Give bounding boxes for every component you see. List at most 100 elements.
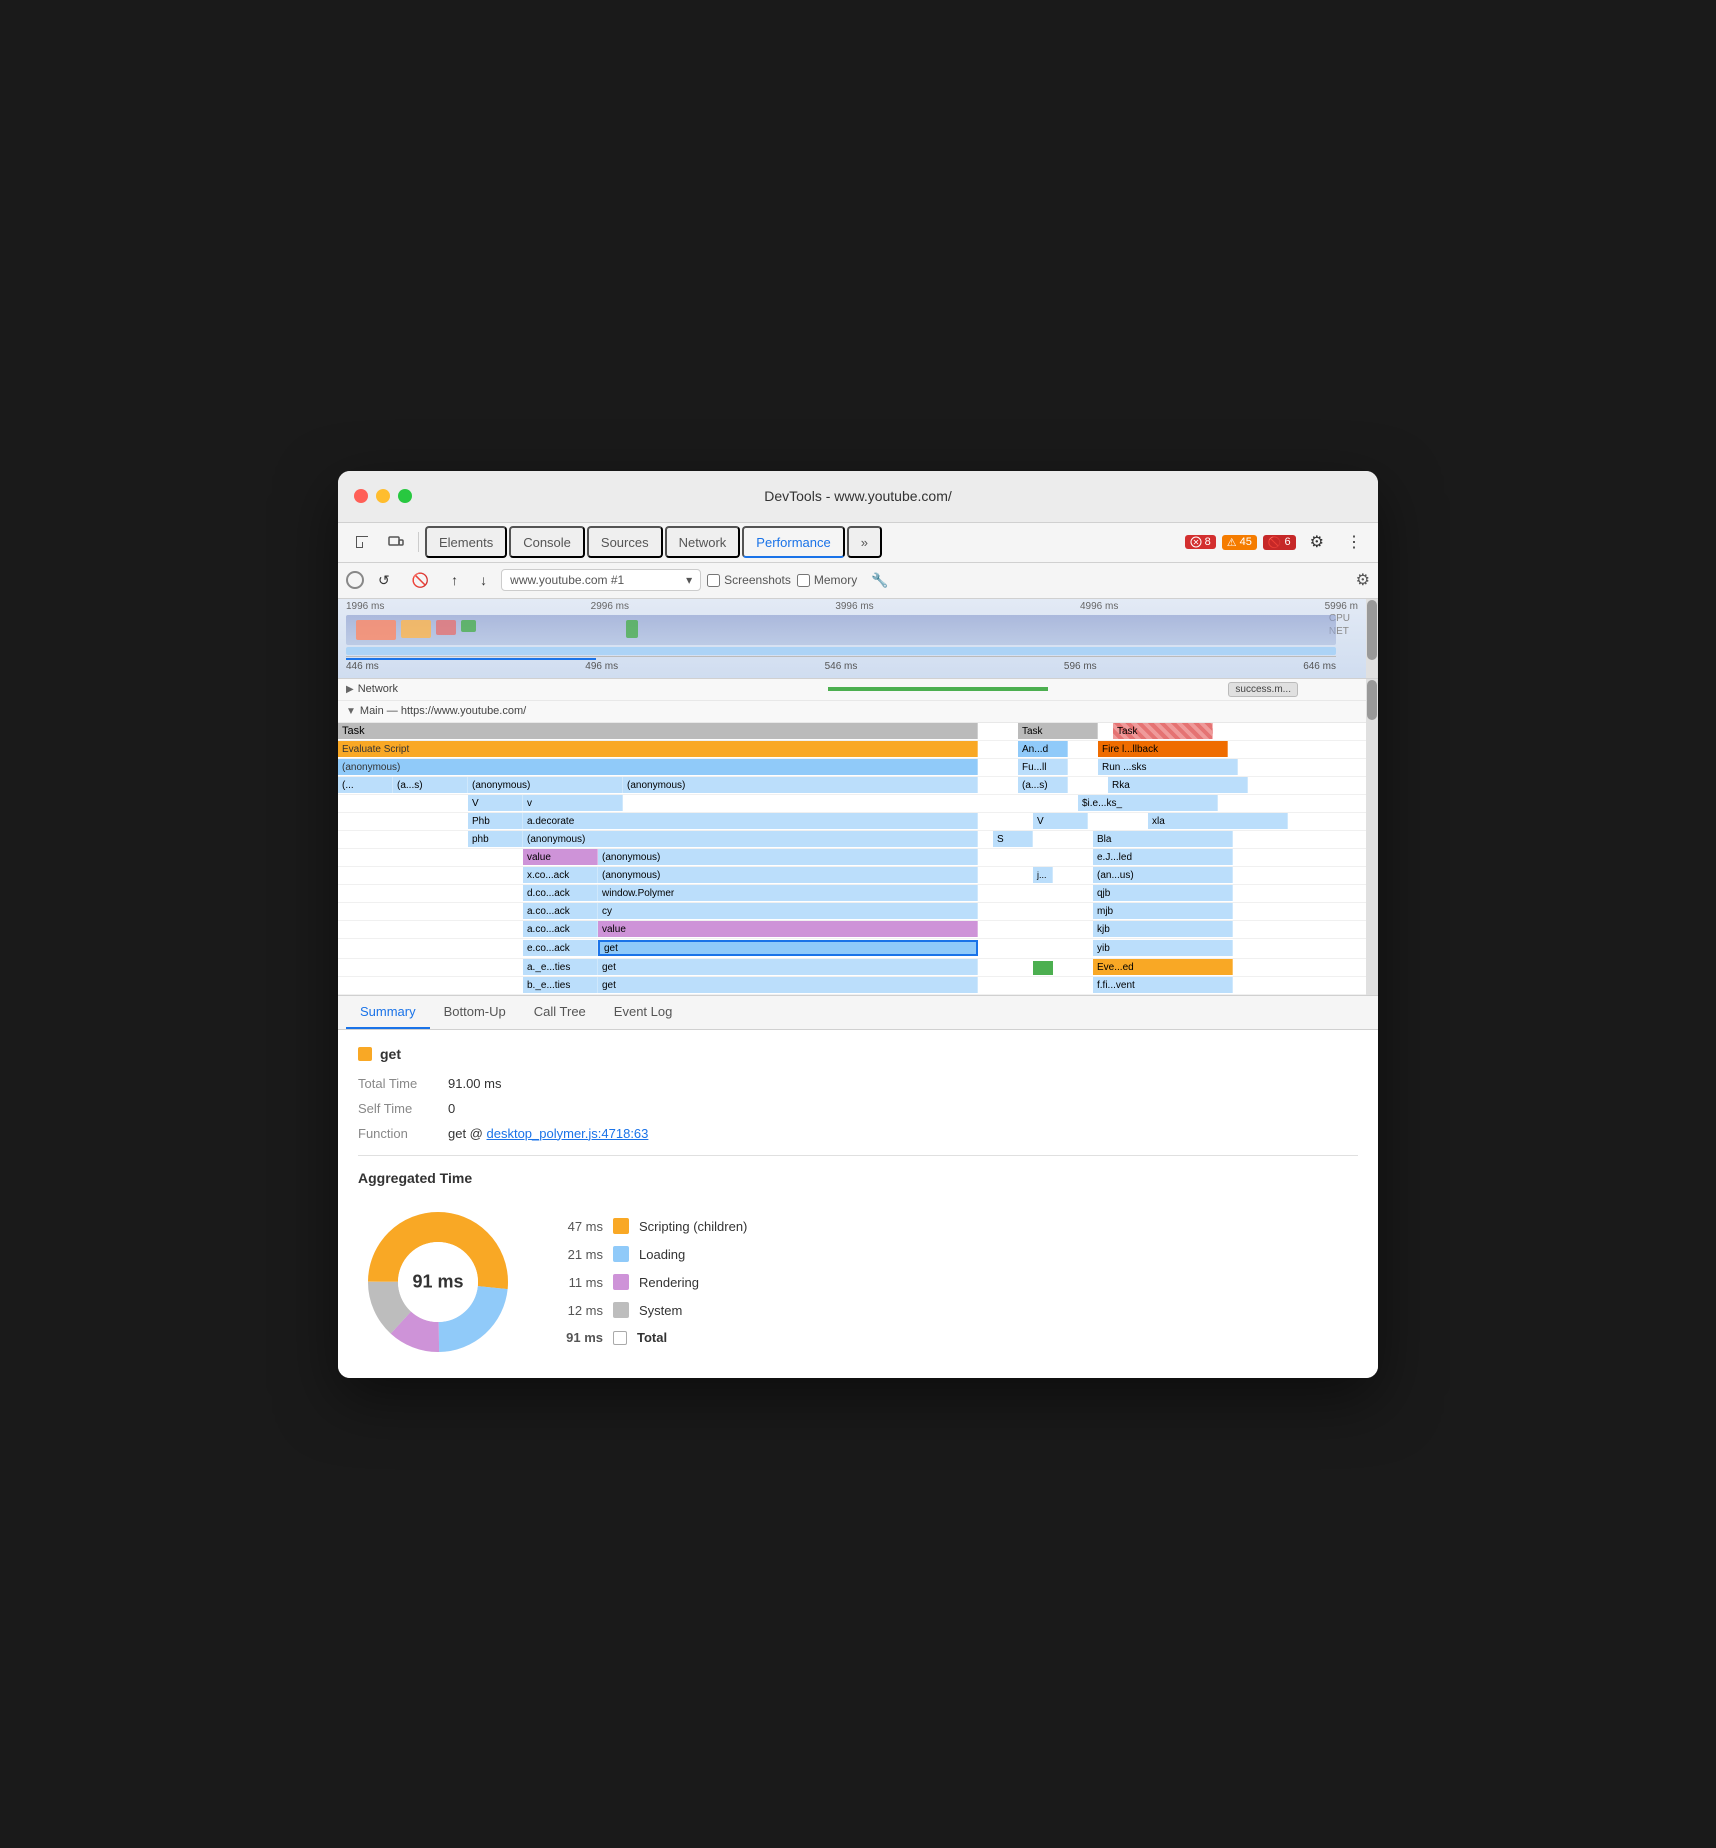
- fire-callback-cell[interactable]: Fire l...llback: [1098, 741, 1228, 757]
- close-button[interactable]: [354, 489, 368, 503]
- tab-more[interactable]: »: [847, 526, 882, 558]
- ej-led-cell[interactable]: e.J...led: [1093, 849, 1233, 865]
- responsive-icon: [388, 534, 404, 550]
- eve-ed-cell[interactable]: Eve...ed: [1093, 959, 1233, 975]
- devtools-toolbar: Elements Console Sources Network Perform…: [338, 523, 1378, 563]
- flame-row-v: V v $i.e...ks_: [338, 795, 1378, 813]
- v-lower-cell[interactable]: v: [523, 795, 623, 811]
- s-cell[interactable]: S: [993, 831, 1033, 847]
- tab-summary[interactable]: Summary: [346, 996, 430, 1029]
- v-upper-cell[interactable]: V: [468, 795, 523, 811]
- download-button[interactable]: ↓: [472, 568, 495, 592]
- tab-bottom-up[interactable]: Bottom-Up: [430, 996, 520, 1029]
- anonymous-2-cell[interactable]: (anonymous): [468, 777, 623, 793]
- full-cell[interactable]: Fu...ll: [1018, 759, 1068, 775]
- flame-row-task: Task Task Task: [338, 723, 1378, 741]
- anonymous-3-cell[interactable]: (anonymous): [623, 777, 978, 793]
- total-time-row: Total Time 91.00 ms: [358, 1076, 1358, 1091]
- run-tasks-cell[interactable]: Run ...sks: [1098, 759, 1238, 775]
- j-cell[interactable]: j...: [1033, 867, 1053, 883]
- xco-ack-cell[interactable]: x.co...ack: [523, 867, 598, 883]
- sie-ks-cell[interactable]: $i.e...ks_: [1078, 795, 1218, 811]
- flame-row-evaluate: Evaluate Script An...d Fire l...llback: [338, 741, 1378, 759]
- maximize-button[interactable]: [398, 489, 412, 503]
- aco-ack-2-cell[interactable]: a.co...ack: [523, 921, 598, 937]
- task-cell-1[interactable]: Task: [338, 723, 978, 739]
- tab-event-log[interactable]: Event Log: [600, 996, 687, 1029]
- kjb-cell[interactable]: kjb: [1093, 921, 1233, 937]
- anonymous-4-cell[interactable]: (anonymous): [523, 831, 978, 847]
- a-decorate-cell[interactable]: a.decorate: [523, 813, 978, 829]
- timeline-scrollbar[interactable]: [1366, 599, 1378, 678]
- perf-settings-button[interactable]: ⚙: [1356, 570, 1370, 590]
- ae-ties-cell[interactable]: a._e...ties: [523, 959, 598, 975]
- memory-checkbox[interactable]: [797, 574, 810, 587]
- tab-network[interactable]: Network: [665, 526, 741, 558]
- yib-cell[interactable]: yib: [1093, 940, 1233, 956]
- refresh-button[interactable]: ↺: [370, 568, 398, 593]
- flame-row-phb2: phb (anonymous) S Bla: [338, 831, 1378, 849]
- donut-chart: 91 ms: [358, 1202, 518, 1362]
- get-3-cell[interactable]: get: [598, 977, 978, 993]
- rka-cell[interactable]: Rka: [1108, 777, 1248, 793]
- flamechart-scrollbar[interactable]: [1366, 679, 1378, 995]
- tab-call-tree[interactable]: Call Tree: [520, 996, 600, 1029]
- a-s-cell[interactable]: (a...s): [393, 777, 468, 793]
- tab-console[interactable]: Console: [509, 526, 585, 558]
- qjb-cell[interactable]: qjb: [1093, 885, 1233, 901]
- screenshots-checkbox-group: Screenshots: [707, 573, 791, 587]
- bla-cell[interactable]: Bla: [1093, 831, 1233, 847]
- task-cell-2[interactable]: Task: [1018, 723, 1098, 739]
- flame-rows: Task Task Task Evaluate Script An...d Fi…: [338, 723, 1378, 995]
- anonymous-5-cell[interactable]: (anonymous): [598, 849, 978, 865]
- flame-row-beties: b._e...ties get f.fi...vent: [338, 977, 1378, 995]
- window-polymer-cell[interactable]: window.Polymer: [598, 885, 978, 901]
- inspect-element-button[interactable]: [346, 530, 378, 554]
- get-2-cell[interactable]: get: [598, 959, 978, 975]
- eco-ack-cell[interactable]: e.co...ack: [523, 940, 598, 956]
- flamechart-scrollbar-thumb[interactable]: [1367, 680, 1377, 720]
- phb-lower-cell[interactable]: phb: [468, 831, 523, 847]
- anonymous-cell[interactable]: (anonymous): [338, 759, 978, 775]
- record-button[interactable]: [346, 571, 364, 589]
- task-cell-3[interactable]: Task: [1113, 723, 1213, 739]
- flame-row-xco: x.co...ack (anonymous) j... (an...us): [338, 867, 1378, 885]
- anon-1-cell[interactable]: (...: [338, 777, 393, 793]
- url-selector[interactable]: www.youtube.com #1 ▾: [501, 569, 701, 591]
- network-row: ▶ Network success.m...: [338, 679, 1378, 701]
- tab-performance[interactable]: Performance: [742, 526, 844, 558]
- function-link[interactable]: desktop_polymer.js:4718:63: [487, 1126, 649, 1141]
- and-cell[interactable]: An...d: [1018, 741, 1068, 757]
- clear-button[interactable]: 🚫: [404, 568, 437, 593]
- be-ties-cell[interactable]: b._e...ties: [523, 977, 598, 993]
- responsive-design-button[interactable]: [380, 530, 412, 554]
- tab-sources[interactable]: Sources: [587, 526, 663, 558]
- filter-button[interactable]: 🔧: [863, 568, 896, 593]
- more-options-button[interactable]: ⋮: [1338, 528, 1370, 556]
- scrollbar-thumb[interactable]: [1367, 600, 1377, 660]
- a-s-2-cell[interactable]: (a...s): [1018, 777, 1068, 793]
- aco-ack-cell[interactable]: a.co...ack: [523, 903, 598, 919]
- phb-upper-cell[interactable]: Phb: [468, 813, 523, 829]
- dco-ack-cell[interactable]: d.co...ack: [523, 885, 598, 901]
- value-2-cell[interactable]: value: [598, 921, 978, 937]
- an-us-cell[interactable]: (an...us): [1093, 867, 1233, 883]
- total-checkbox[interactable]: [613, 1331, 627, 1345]
- function-color-dot: [358, 1047, 372, 1061]
- timeline-overview[interactable]: 1996 ms 2996 ms 3996 ms 4996 ms 5996 m C…: [338, 599, 1378, 679]
- cy-cell[interactable]: cy: [598, 903, 978, 919]
- settings-button[interactable]: ⚙: [1302, 528, 1332, 556]
- screenshots-checkbox[interactable]: [707, 574, 720, 587]
- xla-cell[interactable]: xla: [1148, 813, 1288, 829]
- mjb-cell[interactable]: mjb: [1093, 903, 1233, 919]
- value-cell[interactable]: value: [523, 849, 598, 865]
- get-cell-selected[interactable]: get: [598, 940, 978, 956]
- minimize-button[interactable]: [376, 489, 390, 503]
- v-3-cell[interactable]: V: [1033, 813, 1088, 829]
- ffi-vent-cell[interactable]: f.fi...vent: [1093, 977, 1233, 993]
- anonymous-6-cell[interactable]: (anonymous): [598, 867, 978, 883]
- flame-row-phb: Phb a.decorate V xla: [338, 813, 1378, 831]
- upload-button[interactable]: ↑: [443, 568, 466, 592]
- evaluate-script-cell[interactable]: Evaluate Script: [338, 741, 978, 757]
- tab-elements[interactable]: Elements: [425, 526, 507, 558]
